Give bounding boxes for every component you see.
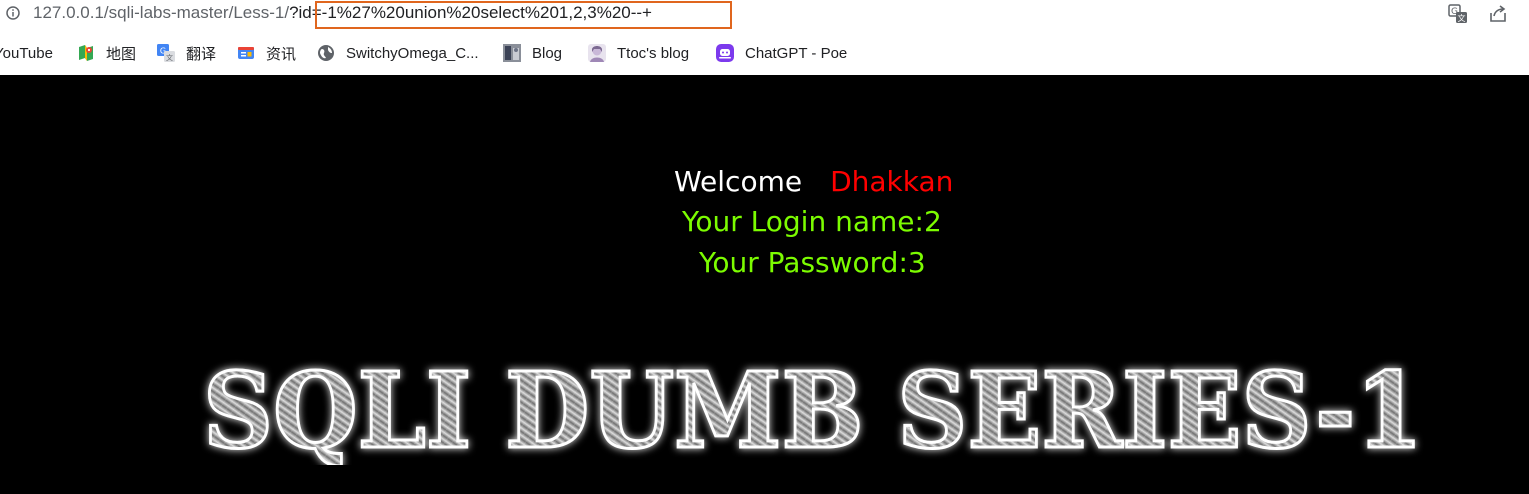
bookmarks-bar: YouTube 地图 G 文 翻译 [0, 38, 1529, 68]
banner-text: SQLI DUMB SERIES-1 [203, 355, 1423, 465]
bookmark-news[interactable]: 资讯 [237, 38, 296, 68]
info-icon[interactable] [6, 6, 20, 20]
sqli-dumb-series-banner: SQLI DUMB SERIES-1 [202, 355, 1425, 465]
translate-icon[interactable]: G 文 [1448, 4, 1468, 24]
bookmark-blog[interactable]: Blog [503, 38, 562, 68]
bookmark-label: YouTube [0, 44, 53, 62]
bookmark-maps[interactable]: 地图 [77, 38, 136, 68]
bookmark-label: Ttoc's blog [617, 44, 690, 62]
bookmark-label: 资讯 [266, 45, 297, 63]
url-query-highlight [315, 1, 732, 29]
browser-chrome: 127.0.0.1/sqli-labs-master/Less-1/?id=-1… [0, 0, 1529, 75]
password-result: Your Password:3 [699, 246, 926, 279]
bookmark-youtube[interactable]: YouTube [0, 38, 53, 68]
bookmark-switchyomega[interactable]: SwitchyOmega_C... [317, 38, 479, 68]
news-icon [238, 47, 254, 59]
translate-bookmark-icon: G 文 [157, 44, 175, 62]
welcome-text: Welcome [674, 165, 803, 198]
svg-text:文: 文 [1458, 13, 1466, 23]
bookmark-label: ChatGPT - Poe [745, 44, 848, 62]
welcome-line: Welcome Dhakkan [674, 165, 953, 199]
globe-icon [318, 45, 334, 61]
share-icon[interactable] [1488, 4, 1508, 24]
bookmark-label: SwitchyOmega_C... [346, 44, 479, 62]
url-base: 127.0.0.1/sqli-labs-master/Less-1/ [33, 3, 290, 22]
bookmark-translate[interactable]: G 文 翻译 [157, 38, 216, 68]
username-text: Dhakkan [830, 165, 954, 198]
login-name-result: Your Login name:2 [682, 205, 942, 238]
blog-icon [503, 44, 521, 62]
maps-icon [79, 45, 93, 61]
bookmark-label: 地图 [106, 45, 137, 63]
bookmark-ttoc-blog[interactable]: Ttoc's blog [588, 38, 689, 68]
bookmark-label: Blog [532, 44, 563, 62]
page-content: Welcome Dhakkan Your Login name:2 Your Pa… [0, 75, 1529, 494]
bookmark-label: 翻译 [186, 45, 217, 63]
ttoc-avatar-icon [588, 44, 606, 62]
svg-text:文: 文 [166, 53, 173, 62]
poe-icon [716, 44, 734, 62]
bookmark-chatgpt-poe[interactable]: ChatGPT - Poe [716, 38, 847, 68]
address-bar[interactable]: 127.0.0.1/sqli-labs-master/Less-1/?id=-1… [0, 0, 1529, 29]
scrollbar[interactable] [1515, 75, 1529, 494]
